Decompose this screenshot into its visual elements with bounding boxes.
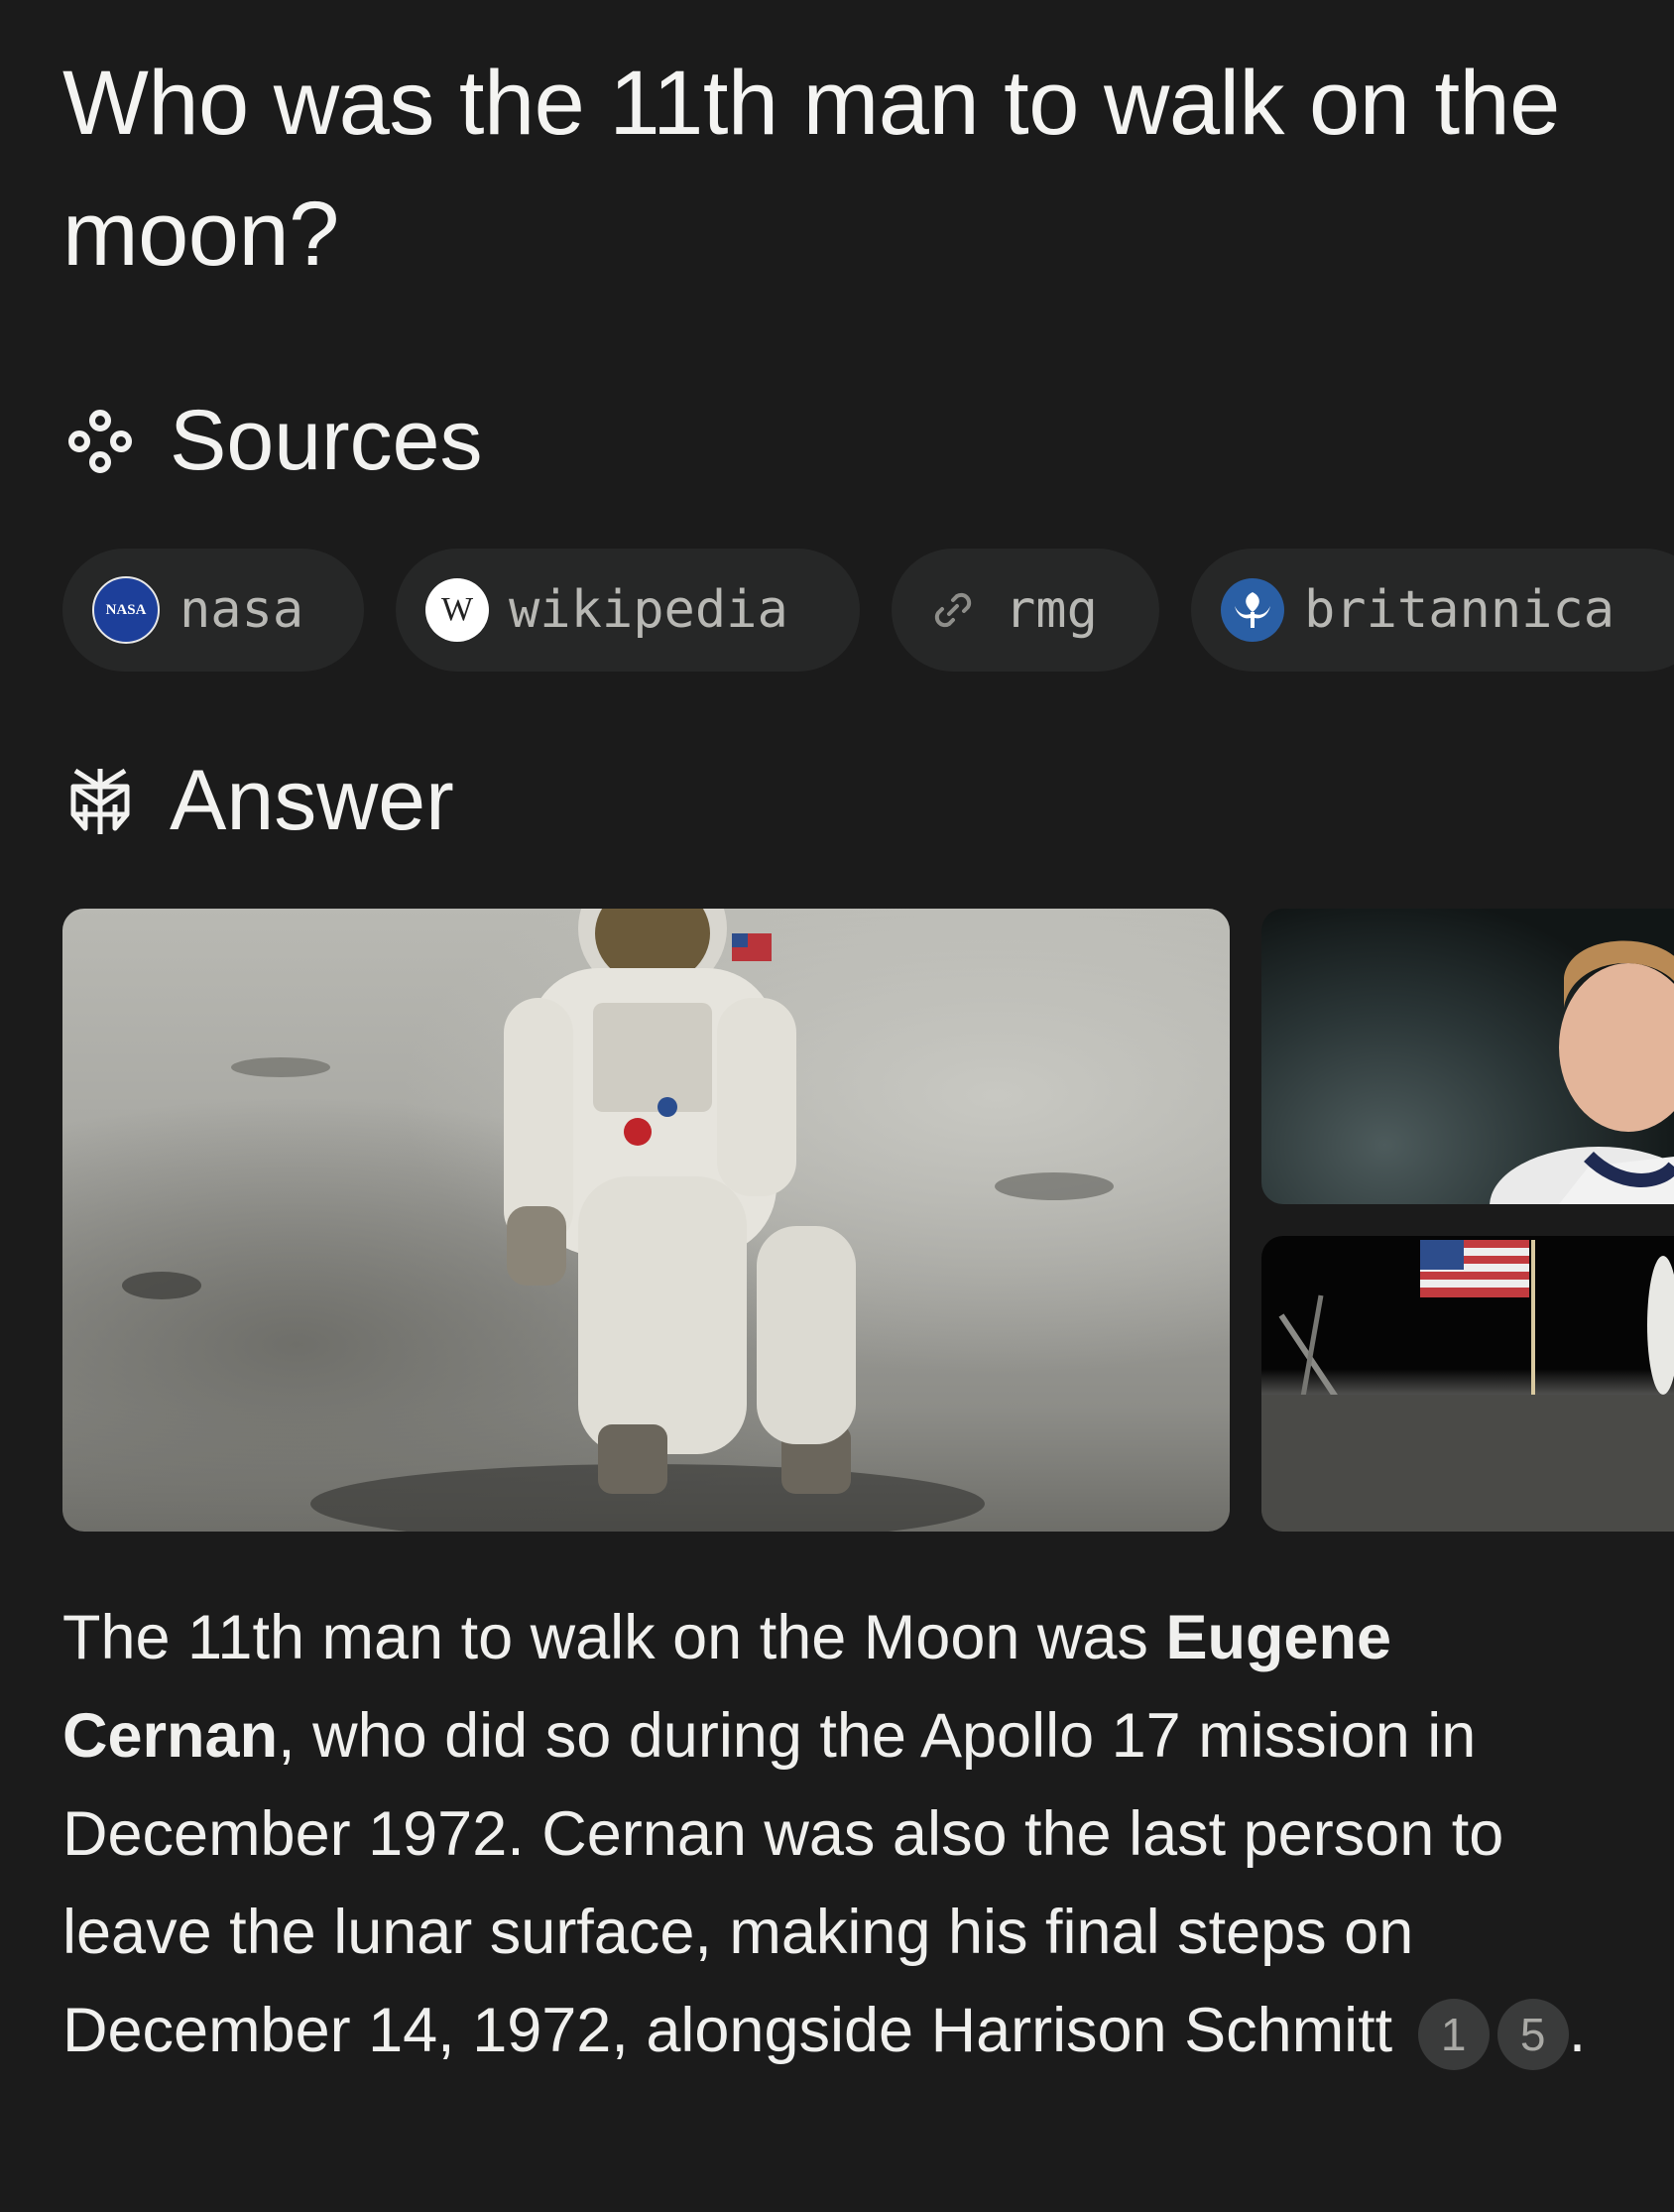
source-chip-label: wikipedia [509, 580, 788, 640]
question-title: Who was the 11th man to walk on the moon… [62, 53, 1560, 285]
moon-and-astronaut-portrait-image[interactable] [1261, 909, 1674, 1204]
source-chip-label: rmg [1005, 580, 1098, 640]
source-chip-label: britannica [1304, 580, 1615, 640]
source-chip-nasa[interactable]: NASA nasa [62, 549, 364, 672]
answer-heading-label: Answer [170, 753, 454, 848]
answer-text-end: . [1568, 1996, 1587, 2065]
sources-cluster-icon [62, 404, 138, 479]
sources-list: NASA nasa W wikipedia rmg britannica [62, 549, 1674, 672]
perplexity-logo-icon [62, 764, 138, 839]
answer-text-after: , who did so during the Apollo 17 missio… [62, 1701, 1504, 2065]
astronaut-on-moon-image[interactable] [62, 909, 1230, 1532]
britannica-thistle-icon [1221, 578, 1284, 642]
nasa-logo-icon: NASA [92, 576, 160, 644]
citation-badge[interactable]: 1 [1417, 1999, 1490, 2071]
flag-on-moon-image[interactable] [1261, 1236, 1674, 1532]
answer-text: The 11th man to walk on the Moon was Eug… [62, 1589, 1610, 2080]
source-chip-wikipedia[interactable]: W wikipedia [396, 549, 860, 672]
link-icon [921, 578, 985, 642]
answer-heading: Answer [62, 752, 454, 850]
sources-heading: Sources [62, 392, 483, 490]
answer-text-before: The 11th man to walk on the Moon was [62, 1603, 1166, 1672]
sources-heading-label: Sources [170, 393, 483, 488]
source-chip-britannica[interactable]: britannica [1191, 549, 1674, 672]
source-chip-rmg[interactable]: rmg [892, 549, 1159, 672]
citation-badge[interactable]: 5 [1496, 1999, 1569, 2071]
wikipedia-w-icon: W [425, 578, 489, 642]
source-chip-label: nasa [179, 580, 304, 640]
